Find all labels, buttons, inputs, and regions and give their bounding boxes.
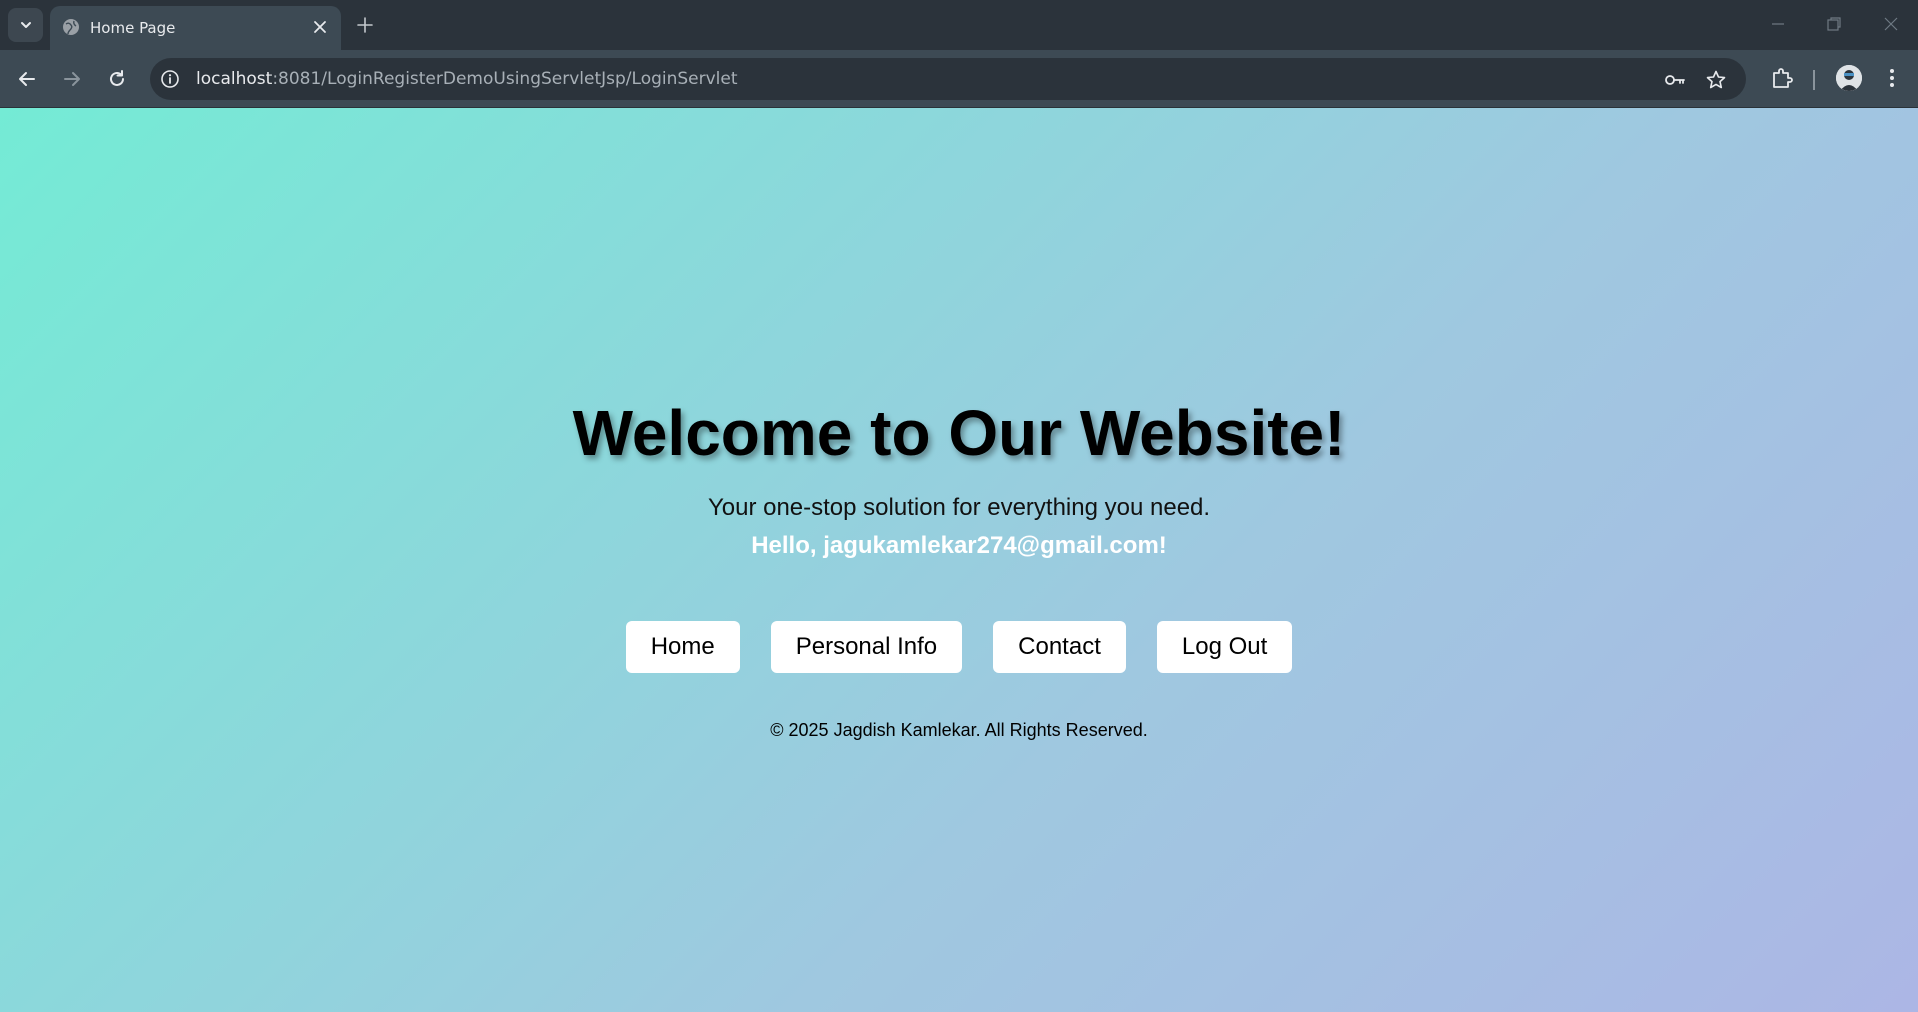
tab-title: Home Page (90, 19, 176, 37)
log-out-button[interactable]: Log Out (1156, 621, 1293, 673)
close-icon[interactable] (312, 19, 328, 35)
nav-button-group: Home Personal Info Contact Log Out (0, 621, 1918, 673)
toolbar-divider (1813, 70, 1815, 90)
contact-button[interactable]: Contact (993, 621, 1126, 673)
footer-copyright: © 2025 Jagdish Kamlekar. All Rights Rese… (770, 720, 1148, 740)
site-info-icon[interactable] (160, 69, 180, 89)
page-title: Welcome to Our Website! (572, 397, 1346, 469)
avatar-icon (1836, 65, 1862, 91)
page-body: Welcome to Our Website! Your one-stop so… (0, 108, 1918, 1012)
url-path: :8081/LoginRegisterDemoUsingServletJsp/L… (272, 69, 738, 89)
restore-icon[interactable] (1824, 14, 1844, 34)
more-menu-icon[interactable] (1880, 66, 1904, 90)
back-arrow-icon[interactable] (16, 68, 38, 90)
new-tab-icon[interactable] (356, 16, 374, 34)
reload-icon[interactable] (106, 68, 128, 90)
url-text[interactable]: localhost:8081/LoginRegisterDemoUsingSer… (196, 69, 738, 89)
close-window-icon[interactable] (1881, 14, 1901, 34)
address-bar[interactable]: localhost:8081/LoginRegisterDemoUsingSer… (150, 58, 1746, 100)
key-icon[interactable] (1664, 69, 1686, 91)
browser-toolbar: localhost:8081/LoginRegisterDemoUsingSer… (0, 50, 1918, 108)
star-icon[interactable] (1705, 69, 1727, 91)
tagline: Your one-stop solution for everything yo… (707, 494, 1211, 521)
user-greeting: Hello, jagukamlekar274@gmail.com! (751, 532, 1167, 559)
personal-info-button[interactable]: Personal Info (770, 621, 963, 673)
chevron-down-icon (20, 22, 31, 28)
home-button[interactable]: Home (625, 621, 740, 673)
minimize-icon[interactable] (1768, 14, 1788, 34)
extensions-icon[interactable] (1770, 66, 1794, 90)
url-host: localhost (196, 69, 273, 89)
browser-tabstrip: Home Page (0, 0, 1918, 50)
forward-arrow-icon[interactable] (61, 68, 83, 90)
profile-avatar[interactable] (1836, 65, 1862, 91)
globe-icon (63, 19, 79, 35)
browser-tab[interactable]: Home Page (50, 6, 341, 50)
tab-search-button[interactable] (8, 8, 43, 42)
